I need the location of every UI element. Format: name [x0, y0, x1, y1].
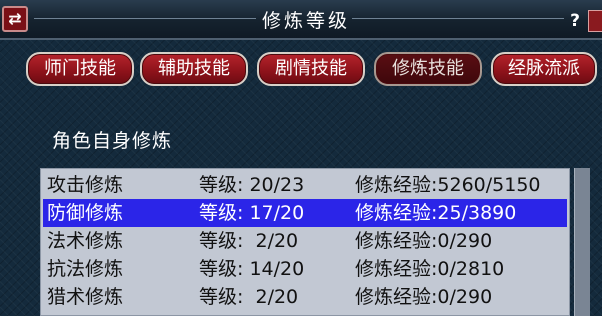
list-item-selected[interactable]: 防御修炼 等级: 17/20 修炼经验:25/3890: [43, 199, 567, 227]
list-item[interactable]: 猎术修炼 等级: 2/20 修炼经验:0/290: [43, 283, 567, 311]
cultivation-exp: 修炼经验:0/290: [355, 230, 493, 252]
cultivation-level: 等级: 17/20: [199, 202, 305, 224]
tab-master-skills[interactable]: 师门技能: [26, 52, 134, 86]
close-icon[interactable]: [588, 10, 602, 32]
tab-assist-skills[interactable]: 辅助技能: [140, 52, 248, 86]
cultivation-exp: 修炼经验:0/2810: [355, 258, 505, 280]
cultivation-name: 防御修炼: [47, 202, 124, 224]
cultivation-level: 等级: 2/20: [199, 230, 299, 252]
list-item[interactable]: 法术修炼 等级: 2/20 修炼经验:0/290: [43, 227, 567, 255]
title-divider-right: [352, 18, 564, 19]
cultivation-level: 等级: 20/23: [199, 174, 305, 196]
section-title: 角色自身修炼: [52, 130, 173, 152]
window-title: 修炼等级: [262, 10, 351, 32]
list-item[interactable]: 攻击修炼 等级: 20/23 修炼经验:5260/5150: [43, 171, 567, 199]
list-scrollbar[interactable]: [574, 168, 590, 316]
cultivation-name: 法术修炼: [47, 230, 124, 252]
skill-tabs: 师门技能 辅助技能 剧情技能 修炼技能 经脉流派: [0, 52, 602, 86]
list-item[interactable]: 抗法修炼 等级: 14/20 修炼经验:0/2810: [43, 255, 567, 283]
tab-meridian-school[interactable]: 经脉流派: [491, 52, 597, 86]
tab-cultivation-skills[interactable]: 修炼技能: [374, 52, 482, 86]
cultivation-exp: 修炼经验:25/3890: [355, 202, 517, 224]
cultivation-name: 抗法修炼: [47, 258, 124, 280]
cultivation-exp: 修炼经验:0/290: [355, 286, 493, 308]
cultivation-list: 攻击修炼 等级: 20/23 修炼经验:5260/5150 防御修炼 等级: 1…: [40, 168, 570, 316]
cultivation-name: 攻击修炼: [47, 174, 124, 196]
title-divider-left: [34, 18, 256, 19]
help-icon[interactable]: ?: [566, 12, 584, 30]
swap-icon[interactable]: ⇄: [2, 6, 28, 32]
cultivation-level: 等级: 2/20: [199, 286, 299, 308]
cultivation-name: 猎术修炼: [47, 286, 124, 308]
tab-story-skills[interactable]: 剧情技能: [257, 52, 365, 86]
cultivation-level: 等级: 14/20: [199, 258, 305, 280]
title-bar: ⇄ 修炼等级 ?: [0, 0, 602, 40]
cultivation-exp: 修炼经验:5260/5150: [355, 174, 541, 196]
